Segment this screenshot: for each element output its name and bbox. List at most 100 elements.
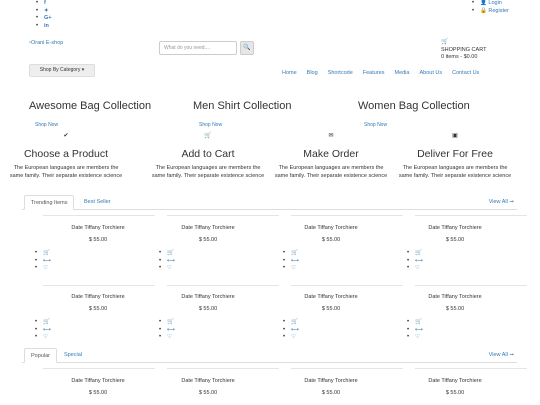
compare-icon[interactable]: ⟷	[167, 327, 175, 333]
wishlist-icon[interactable]: ♡	[167, 265, 172, 271]
nav-blog[interactable]: Blog	[307, 70, 318, 76]
wishlist-icon[interactable]: ♡	[415, 334, 420, 340]
card-divider	[167, 368, 279, 369]
compare-icon[interactable]: ⟷	[43, 258, 51, 264]
compare-icon[interactable]: ⟷	[167, 258, 175, 264]
product-actions: 🛒 ⟷♡	[35, 319, 51, 342]
nav-shortcode[interactable]: Shortcode	[328, 70, 353, 76]
add-to-cart-action[interactable]: 🛒	[407, 319, 423, 327]
product-name[interactable]: Date Tiffany Torchiere	[158, 225, 258, 231]
cart-icon: 🛒	[204, 133, 212, 139]
nav-contact-us[interactable]: Contact Us	[452, 70, 479, 76]
add-to-cart-action[interactable]: 🛒	[159, 250, 175, 258]
add-to-cart-action[interactable]: 🛒	[35, 250, 51, 258]
wishlist-icon[interactable]: ♡	[291, 334, 296, 340]
google-plus-icon[interactable]: G+	[44, 15, 52, 21]
compare-action[interactable]: ⟷	[407, 327, 423, 335]
card-divider	[415, 285, 527, 286]
wishlist-action[interactable]: ♡	[35, 265, 51, 273]
compare-action[interactable]: ⟷	[159, 258, 175, 266]
add-to-cart-icon[interactable]: 🛒	[291, 319, 298, 325]
linkedin-icon[interactable]: in	[44, 23, 49, 29]
compare-action[interactable]: ⟷	[35, 258, 51, 266]
add-to-cart-icon[interactable]: 🛒	[167, 319, 174, 325]
twitter-icon[interactable]: ✦	[44, 8, 49, 14]
compare-action[interactable]: ⟷	[159, 327, 175, 335]
product-name[interactable]: Date Tiffany Torchiere	[281, 378, 381, 384]
social-item-google-plus[interactable]: G+	[36, 15, 52, 23]
add-to-cart-action[interactable]: 🛒	[283, 319, 299, 327]
add-to-cart-icon[interactable]: 🛒	[291, 250, 298, 256]
nav-home[interactable]: Home	[282, 70, 297, 76]
tab-trending-items[interactable]: Trending Items	[24, 195, 75, 210]
shop-now-link[interactable]: Shop Now	[199, 122, 222, 128]
shopping-cart[interactable]: 🛒 SHOPPING CART 0 items - $0.00	[441, 39, 486, 62]
search-input[interactable]: What do you need....	[159, 41, 237, 55]
product-price: $ 55.00	[321, 306, 341, 312]
add-to-cart-action[interactable]: 🛒	[283, 250, 299, 258]
wishlist-icon[interactable]: ♡	[43, 334, 48, 340]
search-button[interactable]: 🔍	[240, 41, 254, 55]
card-divider	[167, 215, 279, 216]
product-name[interactable]: Date Tiffany Torchiere	[158, 294, 258, 300]
compare-icon[interactable]: ⟷	[415, 258, 423, 264]
logo[interactable]: ▫Orani E-shop	[29, 40, 63, 46]
register-link[interactable]: 🔒 Register	[472, 8, 509, 16]
product-name[interactable]: Date Tiffany Torchiere	[48, 294, 148, 300]
wishlist-action[interactable]: ♡	[159, 334, 175, 342]
add-to-cart-icon[interactable]: 🛒	[167, 250, 174, 256]
facebook-icon[interactable]: f	[44, 0, 46, 6]
wishlist-action[interactable]: ♡	[407, 334, 423, 342]
compare-icon[interactable]: ⟷	[291, 327, 299, 333]
product-name[interactable]: Date Tiffany Torchiere	[405, 225, 505, 231]
nav-media[interactable]: Media	[394, 70, 409, 76]
product-name[interactable]: Date Tiffany Torchiere	[405, 294, 505, 300]
product-name[interactable]: Date Tiffany Torchiere	[48, 225, 148, 231]
deliver-icon: ▣	[452, 133, 458, 139]
wishlist-icon[interactable]: ♡	[43, 265, 48, 271]
login-link[interactable]: 👤 Login	[472, 0, 509, 8]
product-name[interactable]: Date Tiffany Torchiere	[405, 378, 505, 384]
compare-icon[interactable]: ⟷	[415, 327, 423, 333]
wishlist-action[interactable]: ♡	[159, 265, 175, 273]
view-all-link[interactable]: View All ➞	[489, 348, 514, 362]
main-nav: Home Blog Shortcode Features Media About…	[282, 70, 479, 76]
wishlist-icon[interactable]: ♡	[415, 265, 420, 271]
wishlist-action[interactable]: ♡	[35, 334, 51, 342]
add-to-cart-icon[interactable]: 🛒	[415, 250, 422, 256]
compare-icon[interactable]: ⟷	[291, 258, 299, 264]
social-item-linkedin[interactable]: in	[36, 23, 52, 31]
compare-action[interactable]: ⟷	[283, 327, 299, 335]
social-item-facebook[interactable]: f	[36, 0, 52, 8]
add-to-cart-icon[interactable]: 🛒	[43, 250, 50, 256]
add-to-cart-action[interactable]: 🛒	[35, 319, 51, 327]
nav-features[interactable]: Features	[363, 70, 385, 76]
add-to-cart-action[interactable]: 🛒	[407, 250, 423, 258]
compare-action[interactable]: ⟷	[35, 327, 51, 335]
wishlist-icon[interactable]: ♡	[167, 334, 172, 340]
social-item-twitter[interactable]: ✦	[36, 8, 52, 16]
product-name[interactable]: Date Tiffany Torchiere	[158, 378, 258, 384]
product-name[interactable]: Date Tiffany Torchiere	[48, 378, 148, 384]
tab-popular[interactable]: Popular	[24, 348, 57, 363]
tab-special[interactable]: Special	[58, 348, 88, 363]
wishlist-action[interactable]: ♡	[283, 334, 299, 342]
tab-best-seller[interactable]: Best Seller	[78, 195, 117, 210]
product-name[interactable]: Date Tiffany Torchiere	[281, 225, 381, 231]
shop-now-link[interactable]: Shop Now	[35, 122, 58, 128]
shop-now-link[interactable]: Shop Now	[364, 122, 387, 128]
wishlist-action[interactable]: ♡	[283, 265, 299, 273]
compare-icon[interactable]: ⟷	[43, 327, 51, 333]
add-to-cart-action[interactable]: 🛒	[159, 319, 175, 327]
nav-about-us[interactable]: About Us	[419, 70, 442, 76]
add-to-cart-icon[interactable]: 🛒	[43, 319, 50, 325]
shop-by-category-button[interactable]: Shop By Category ▾	[29, 64, 95, 77]
add-to-cart-icon[interactable]: 🛒	[415, 319, 422, 325]
card-divider	[415, 215, 527, 216]
product-name[interactable]: Date Tiffany Torchiere	[281, 294, 381, 300]
compare-action[interactable]: ⟷	[283, 258, 299, 266]
compare-action[interactable]: ⟷	[407, 258, 423, 266]
wishlist-action[interactable]: ♡	[407, 265, 423, 273]
wishlist-icon[interactable]: ♡	[291, 265, 296, 271]
view-all-link[interactable]: View All ➞	[489, 195, 514, 209]
